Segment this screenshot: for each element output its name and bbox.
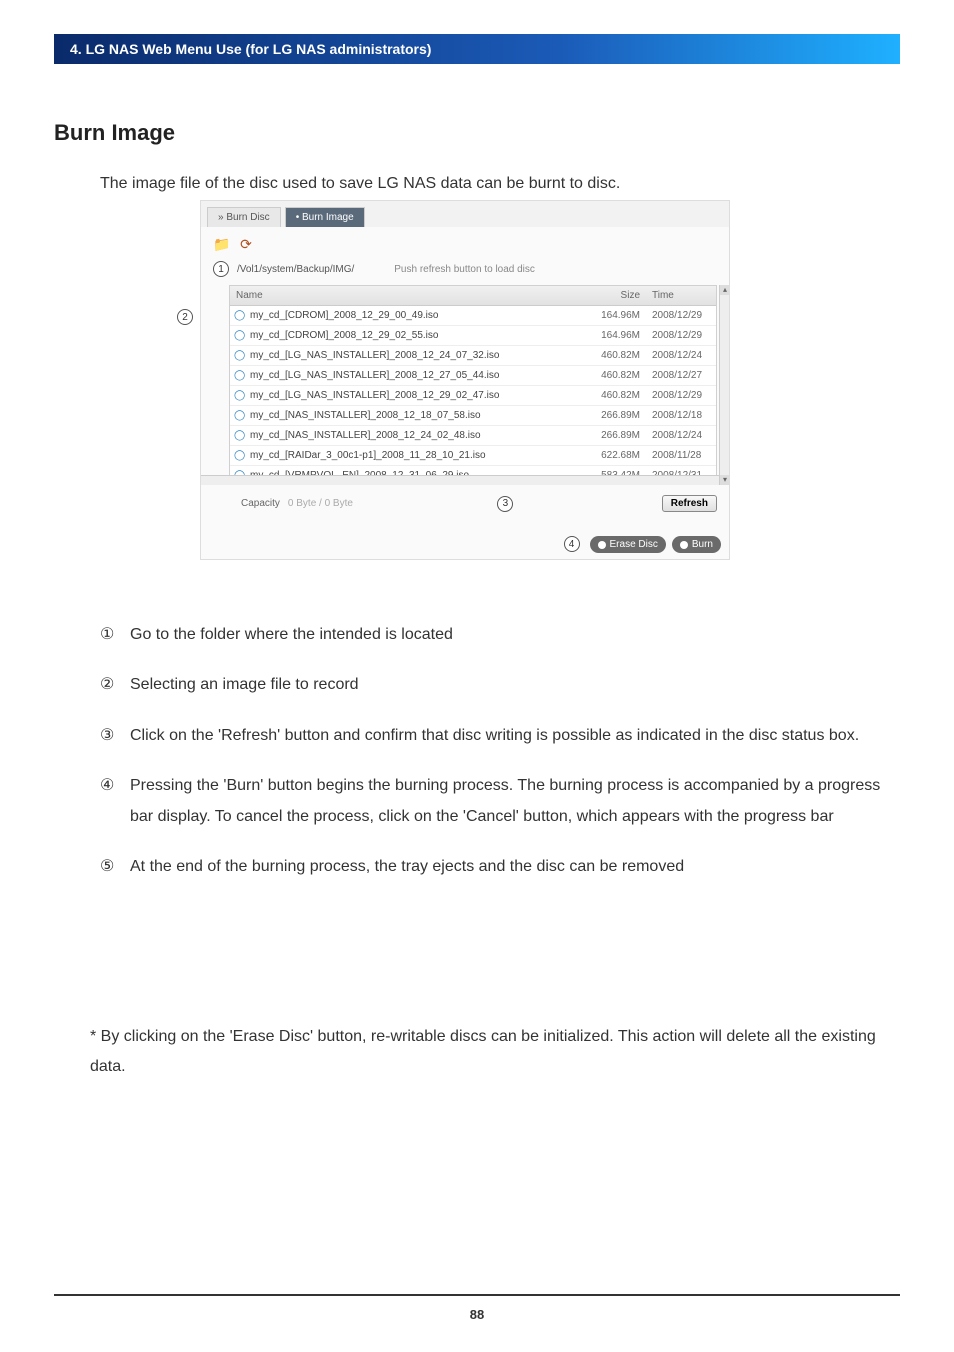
burn-image-screenshot: » Burn Disc • Burn Image 📁 ⟳ 1 /Vol1/sys… — [200, 200, 730, 560]
file-time: 2008/12/24 — [646, 348, 716, 363]
file-time: 2008/12/24 — [646, 428, 716, 443]
file-time: 2008/12/18 — [646, 408, 716, 423]
step-item: ① Go to the folder where the intended is … — [100, 620, 900, 650]
capacity-value: 0 Byte / 0 Byte — [288, 498, 353, 509]
path-hint: Push refresh button to load disc — [394, 264, 535, 275]
col-name[interactable]: Name — [230, 286, 586, 305]
disc-icon: ◯ — [230, 310, 246, 321]
tab-bar: » Burn Disc • Burn Image — [201, 201, 729, 227]
footer-rule — [54, 1294, 900, 1296]
file-name: my_cd_[LG_NAS_INSTALLER]_2008_12_29_02_4… — [246, 388, 586, 403]
disc-icon: ◯ — [230, 430, 246, 441]
file-name: my_cd_[LG_NAS_INSTALLER]_2008_12_24_07_3… — [246, 348, 586, 363]
callout-1-inline: 1 — [213, 261, 229, 277]
file-table: Name Size Time ◯my_cd_[CDROM]_2008_12_29… — [229, 285, 717, 485]
col-time[interactable]: Time — [646, 286, 716, 305]
folder-up-icon[interactable]: 📁 — [213, 235, 231, 253]
disc-icon: ◯ — [230, 350, 246, 361]
chapter-title: 4. LG NAS Web Menu Use (for LG NAS admin… — [70, 41, 431, 57]
file-name: my_cd_[NAS_INSTALLER]_2008_12_24_02_48.i… — [246, 428, 586, 443]
table-row[interactable]: ◯my_cd_[NAS_INSTALLER]_2008_12_24_02_48.… — [230, 426, 716, 446]
disc-icon: ◯ — [230, 390, 246, 401]
erase-disc-button[interactable]: Erase Disc — [590, 536, 666, 553]
table-row[interactable]: ◯my_cd_[NAS_INSTALLER]_2008_12_18_07_58.… — [230, 406, 716, 426]
file-size: 460.82M — [586, 388, 646, 403]
step-text: Click on the 'Refresh' button and confir… — [130, 721, 859, 751]
file-size: 460.82M — [586, 368, 646, 383]
footer-buttons: 4 Erase Disc Burn — [564, 536, 721, 553]
path-row: 1 /Vol1/system/Backup/IMG/ Push refresh … — [201, 257, 729, 281]
step-text: At the end of the burning process, the t… — [130, 852, 684, 882]
step-item: ⑤ At the end of the burning process, the … — [100, 852, 900, 882]
step-number: ① — [100, 620, 120, 650]
chapter-header: 4. LG NAS Web Menu Use (for LG NAS admin… — [54, 34, 900, 64]
file-size: 164.96M — [586, 308, 646, 323]
page-number: 88 — [0, 1307, 954, 1322]
file-size: 622.68M — [586, 448, 646, 463]
file-size: 460.82M — [586, 348, 646, 363]
callout-2-inline: 2 — [177, 309, 193, 325]
file-time: 2008/12/27 — [646, 368, 716, 383]
refresh-button[interactable]: Refresh — [662, 495, 717, 512]
step-number: ④ — [100, 771, 120, 832]
file-name: my_cd_[LG_NAS_INSTALLER]_2008_12_27_05_4… — [246, 368, 586, 383]
step-number: ③ — [100, 721, 120, 751]
file-name: my_cd_[RAIDar_3_00c1-p1]_2008_11_28_10_2… — [246, 448, 586, 463]
file-name: my_cd_[NAS_INSTALLER]_2008_12_18_07_58.i… — [246, 408, 586, 423]
horizontal-scrollbar[interactable] — [229, 475, 717, 485]
capacity-row: Capacity 0 Byte / 0 Byte 3 Refresh — [201, 485, 729, 512]
capacity-label: Capacity — [241, 498, 280, 509]
file-time: 2008/12/29 — [646, 388, 716, 403]
step-number: ⑤ — [100, 852, 120, 882]
file-size: 164.96M — [586, 328, 646, 343]
file-time: 2008/12/29 — [646, 328, 716, 343]
step-item: ④Pressing the 'Burn' button begins the b… — [100, 771, 900, 832]
step-item: ③ Click on the 'Refresh' button and confi… — [100, 721, 900, 751]
refresh-icon[interactable]: ⟳ — [237, 235, 255, 253]
disc-icon: ◯ — [230, 450, 246, 461]
section-title: Burn Image — [54, 120, 175, 146]
table-header: Name Size Time — [230, 286, 716, 306]
step-number: ② — [100, 670, 120, 700]
step-text: Go to the folder where the intended is l… — [130, 620, 453, 650]
step-item: ② Selecting an image file to record — [100, 670, 900, 700]
file-size: 266.89M — [586, 408, 646, 423]
table-row[interactable]: ◯my_cd_[LG_NAS_INSTALLER]_2008_12_27_05_… — [230, 366, 716, 386]
disc-icon: ◯ — [230, 330, 246, 341]
table-row[interactable]: ◯my_cd_[LG_NAS_INSTALLER]_2008_12_24_07_… — [230, 346, 716, 366]
callout-3-inline: 3 — [497, 496, 513, 512]
dot-icon — [680, 541, 688, 549]
file-name: my_cd_[CDROM]_2008_12_29_00_49.iso — [246, 308, 586, 323]
toolbar: 📁 ⟳ — [201, 227, 729, 257]
table-row[interactable]: ◯my_cd_[CDROM]_2008_12_29_00_49.iso164.9… — [230, 306, 716, 326]
step-text: Selecting an image file to record — [130, 670, 359, 700]
tab-burn-image[interactable]: • Burn Image — [285, 207, 365, 227]
steps-list: ① Go to the folder where the intended is … — [100, 620, 900, 902]
intro-text: The image file of the disc used to save … — [100, 175, 620, 193]
file-name: my_cd_[CDROM]_2008_12_29_02_55.iso — [246, 328, 586, 343]
step-text: Pressing the 'Burn' button begins the bu… — [130, 771, 900, 832]
file-time: 2008/11/28 — [646, 448, 716, 463]
dot-icon — [598, 541, 606, 549]
erase-note: * By clicking on the 'Erase Disc' button… — [90, 1022, 890, 1083]
tab-burn-disc[interactable]: » Burn Disc — [207, 207, 281, 227]
col-size[interactable]: Size — [586, 286, 646, 305]
burn-button[interactable]: Burn — [672, 536, 721, 553]
callout-4-inline: 4 — [564, 536, 580, 552]
table-row[interactable]: ◯my_cd_[CDROM]_2008_12_29_02_55.iso164.9… — [230, 326, 716, 346]
table-row[interactable]: ◯my_cd_[RAIDar_3_00c1-p1]_2008_11_28_10_… — [230, 446, 716, 466]
disc-icon: ◯ — [230, 410, 246, 421]
disc-icon: ◯ — [230, 370, 246, 381]
path-text: /Vol1/system/Backup/IMG/ — [237, 264, 354, 275]
table-row[interactable]: ◯my_cd_[LG_NAS_INSTALLER]_2008_12_29_02_… — [230, 386, 716, 406]
file-size: 266.89M — [586, 428, 646, 443]
file-time: 2008/12/29 — [646, 308, 716, 323]
